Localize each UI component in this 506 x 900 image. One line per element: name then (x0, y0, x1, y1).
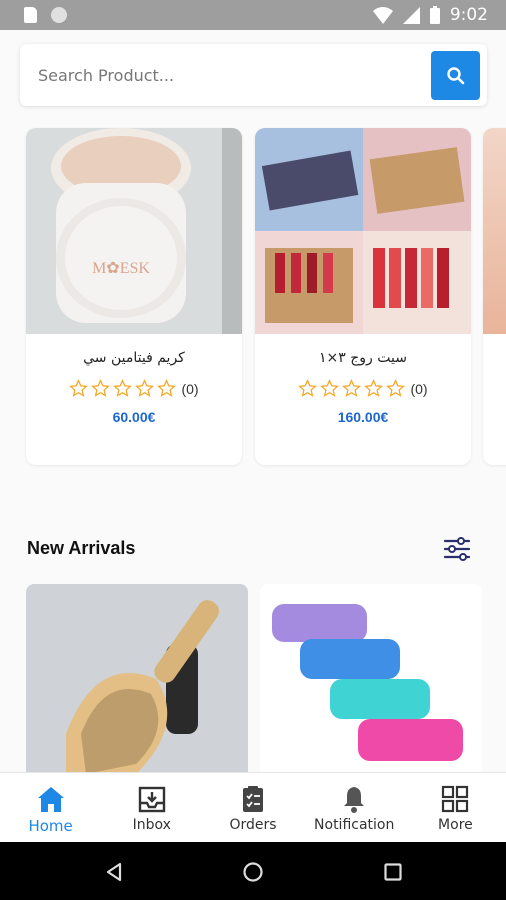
status-bar: 9:02 (0, 0, 506, 30)
product-image (483, 128, 506, 334)
arrival-card[interactable] (26, 584, 248, 772)
home-circle-icon[interactable] (242, 861, 264, 883)
product-rating: (0) (26, 379, 242, 398)
home-icon (37, 787, 64, 812)
nav-orders[interactable]: Orders (202, 773, 303, 842)
nav-inbox[interactable]: Inbox (101, 773, 202, 842)
search-icon (446, 66, 464, 84)
star-outline-icon (135, 379, 155, 397)
search-input[interactable] (38, 60, 418, 90)
product-image (26, 584, 248, 772)
arrival-card[interactable] (260, 584, 482, 772)
signal-icon (402, 6, 420, 24)
nav-home[interactable]: Home (0, 773, 101, 842)
inbox-icon (138, 786, 165, 813)
product-price: 60.00€ (112, 409, 156, 425)
search-bar (20, 44, 487, 106)
search-button[interactable] (431, 51, 480, 100)
star-outline-icon (298, 379, 318, 397)
bell-icon (344, 787, 365, 813)
sync-icon (51, 7, 67, 23)
product-name: سيت روج ٣×١ (319, 350, 407, 366)
product-card[interactable]: سيت روج ٣×١ (0) 160.00€ (255, 128, 471, 465)
product-price: 160.00€ (337, 409, 389, 425)
star-outline-icon (157, 379, 177, 397)
nav-label: Inbox (132, 817, 171, 833)
star-outline-icon (69, 379, 89, 397)
nav-label: More (438, 817, 473, 833)
system-navigation-bar (0, 842, 506, 900)
featured-carousel[interactable]: M✿ESK كريم فيتامين سي (0) 60.00€ سيت روج… (26, 128, 506, 466)
star-outline-icon (364, 379, 384, 397)
star-outline-icon (342, 379, 362, 397)
product-name: كريم فيتامين سي (83, 350, 185, 366)
bottom-navigation: Home Inbox Orders Notification More (0, 772, 506, 842)
rating-count: (0) (410, 380, 428, 397)
product-rating: (0) (255, 379, 471, 398)
star-outline-icon (320, 379, 340, 397)
grid-icon (442, 785, 469, 813)
app-content: M✿ESK كريم فيتامين سي (0) 60.00€ (0, 30, 506, 772)
star-outline-icon (113, 379, 133, 397)
filter-icon[interactable] (441, 533, 473, 565)
new-arrivals-grid (26, 584, 486, 772)
back-icon[interactable] (103, 861, 125, 883)
product-image: M✿ESK (26, 128, 242, 334)
nav-label: Orders (229, 817, 277, 833)
battery-icon (429, 6, 440, 24)
section-title: New Arrivals (27, 538, 136, 558)
star-outline-icon (386, 379, 406, 397)
nav-notification[interactable]: Notification (304, 773, 405, 842)
rating-count: (0) (181, 380, 199, 397)
clipboard-icon (243, 786, 263, 812)
sd-card-icon (24, 7, 37, 23)
status-time: 9:02 (449, 5, 488, 25)
star-outline-icon (91, 379, 111, 397)
product-image (255, 128, 471, 334)
recents-icon[interactable] (382, 861, 404, 883)
svg-text:M✿ESK: M✿ESK (92, 260, 150, 277)
product-card-partial[interactable] (483, 128, 506, 465)
nav-more[interactable]: More (405, 773, 506, 842)
nav-label: Home (28, 817, 73, 835)
product-image (260, 584, 482, 772)
wifi-icon (372, 6, 393, 24)
nav-label: Notification (314, 817, 395, 833)
product-card[interactable]: M✿ESK كريم فيتامين سي (0) 60.00€ (26, 128, 242, 465)
